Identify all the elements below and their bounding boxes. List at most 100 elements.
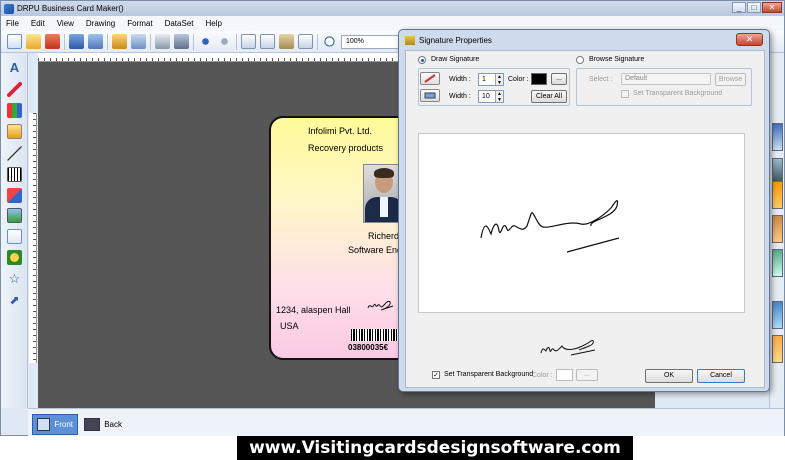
- menu-edit[interactable]: Edit: [31, 19, 45, 28]
- template-thumbnail[interactable]: [772, 301, 783, 329]
- dialog-title-bar: Signature Properties: [399, 30, 769, 50]
- arrow-icon[interactable]: ⬈: [7, 293, 22, 308]
- close-window-button[interactable]: ✕: [762, 2, 782, 13]
- dialog-body: Draw Signature Width : 1 ▲ ▼ Color : ... …: [405, 50, 765, 388]
- menu-file[interactable]: File: [6, 19, 19, 28]
- redo-icon[interactable]: [217, 34, 232, 49]
- save-icon[interactable]: [69, 34, 84, 49]
- card-signature[interactable]: [367, 298, 395, 312]
- photo-shirt: [380, 197, 388, 217]
- dialog-close-button[interactable]: ✕: [736, 33, 763, 46]
- copy-icon[interactable]: [241, 34, 256, 49]
- window-title: DRPU Business Card Maker(): [17, 4, 124, 13]
- website-banner: www.Visitingcardsdesignsoftware.com: [237, 436, 633, 460]
- dialog-title: Signature Properties: [419, 35, 492, 45]
- pen-width-spinner[interactable]: ▲ ▼: [495, 74, 503, 86]
- maximize-button[interactable]: □: [747, 2, 761, 13]
- menu-help[interactable]: Help: [205, 19, 221, 28]
- clear-all-button[interactable]: Clear All: [531, 90, 567, 103]
- template-thumbnail[interactable]: [772, 215, 783, 243]
- signature-icon[interactable]: [7, 250, 22, 265]
- star-icon[interactable]: ☆: [7, 271, 22, 286]
- draw-signature-radio[interactable]: [418, 56, 426, 64]
- toolbar-separator: [107, 33, 108, 50]
- card-country[interactable]: USA: [280, 321, 299, 331]
- toolbar-separator: [150, 33, 151, 50]
- bottom-color-label: Color :: [532, 372, 553, 379]
- app-icon: [4, 3, 14, 14]
- eraser-icon: [424, 92, 436, 99]
- template-thumbnail[interactable]: [772, 249, 783, 277]
- menu-view[interactable]: View: [57, 19, 74, 28]
- card-designation[interactable]: Software Eng: [348, 245, 402, 255]
- drawn-signature: [480, 200, 620, 253]
- menu-format[interactable]: Format: [127, 19, 152, 28]
- open-icon[interactable]: [26, 34, 41, 49]
- back-card-icon: [84, 418, 101, 431]
- toolbar-separator: [193, 33, 194, 50]
- export-icon[interactable]: [112, 34, 127, 49]
- toolbar-separator: [236, 33, 237, 50]
- barcode-icon[interactable]: [7, 167, 22, 182]
- pen-color-swatch[interactable]: [531, 73, 547, 85]
- select-input[interactable]: Default: [621, 73, 711, 85]
- card-address[interactable]: 1234, alaspen Hall: [276, 305, 351, 315]
- image-icon[interactable]: [7, 124, 22, 139]
- toolbar-separator: [64, 33, 65, 50]
- bottom-color-picker-button[interactable]: ...: [576, 369, 598, 381]
- browse-button[interactable]: Browse: [715, 73, 746, 86]
- menu-drawing[interactable]: Drawing: [86, 19, 115, 28]
- set-transparent-checkbox[interactable]: ✓: [432, 371, 440, 379]
- signature-properties-dialog: Signature Properties ✕ Draw Signature Wi…: [398, 29, 770, 392]
- eraser-tool-button[interactable]: [420, 89, 440, 102]
- document-icon[interactable]: [7, 229, 22, 244]
- new-icon[interactable]: [7, 34, 22, 49]
- image-export-icon[interactable]: [131, 34, 146, 49]
- ok-button[interactable]: OK: [645, 369, 693, 383]
- template-thumbnail[interactable]: [772, 181, 783, 209]
- vertical-ruler: [29, 113, 37, 363]
- close-icon[interactable]: [45, 34, 60, 49]
- database-icon[interactable]: [174, 34, 189, 49]
- shapes-icon[interactable]: [7, 188, 22, 203]
- card-photo[interactable]: [363, 164, 403, 223]
- browse-transparent-checkbox[interactable]: [621, 90, 629, 98]
- paste-icon[interactable]: [279, 34, 294, 49]
- minimize-button[interactable]: _: [732, 2, 746, 13]
- tab-back[interactable]: Back: [80, 414, 126, 435]
- undo-icon[interactable]: [198, 34, 213, 49]
- signature-drawing-area[interactable]: [418, 133, 745, 313]
- delete-icon[interactable]: [298, 34, 313, 49]
- tab-front[interactable]: Front: [32, 414, 78, 435]
- pen-icon: [424, 74, 436, 83]
- draw-signature-label: Draw Signature: [431, 56, 480, 63]
- horizontal-ruler: [38, 53, 398, 62]
- edit-icon[interactable]: [88, 34, 103, 49]
- card-name[interactable]: Richerd: [368, 231, 399, 241]
- signature-preview: [540, 340, 596, 356]
- cut-icon[interactable]: [260, 34, 275, 49]
- pen-color-picker-button[interactable]: ...: [551, 73, 567, 85]
- text-icon[interactable]: A: [7, 60, 22, 75]
- picture-icon[interactable]: [7, 208, 22, 223]
- card-tagline[interactable]: Recovery products: [308, 143, 383, 153]
- library-icon[interactable]: [7, 103, 22, 118]
- photo-hair: [374, 168, 394, 178]
- window-controls: _ □ ✕: [732, 2, 782, 13]
- right-thumbnail-strip: [769, 53, 784, 408]
- template-thumbnail[interactable]: [772, 335, 783, 363]
- card-company[interactable]: Infolimi Pvt. Ltd.: [308, 126, 372, 136]
- zoom-in-icon[interactable]: [322, 34, 337, 49]
- template-thumbnail[interactable]: [772, 123, 783, 151]
- eraser-width-spinner[interactable]: ▲ ▼: [495, 91, 503, 103]
- menu-dataset[interactable]: DataSet: [165, 19, 194, 28]
- bottom-color-swatch[interactable]: [556, 369, 573, 381]
- front-card-icon: [37, 418, 51, 431]
- line-icon[interactable]: [7, 146, 22, 161]
- print-icon[interactable]: [155, 34, 170, 49]
- pen-tool-button[interactable]: [420, 72, 440, 85]
- cancel-button[interactable]: Cancel: [697, 369, 745, 383]
- pen-color-label: Color :: [508, 76, 529, 83]
- browse-signature-radio[interactable]: [576, 56, 584, 64]
- pencil-icon[interactable]: [7, 82, 22, 97]
